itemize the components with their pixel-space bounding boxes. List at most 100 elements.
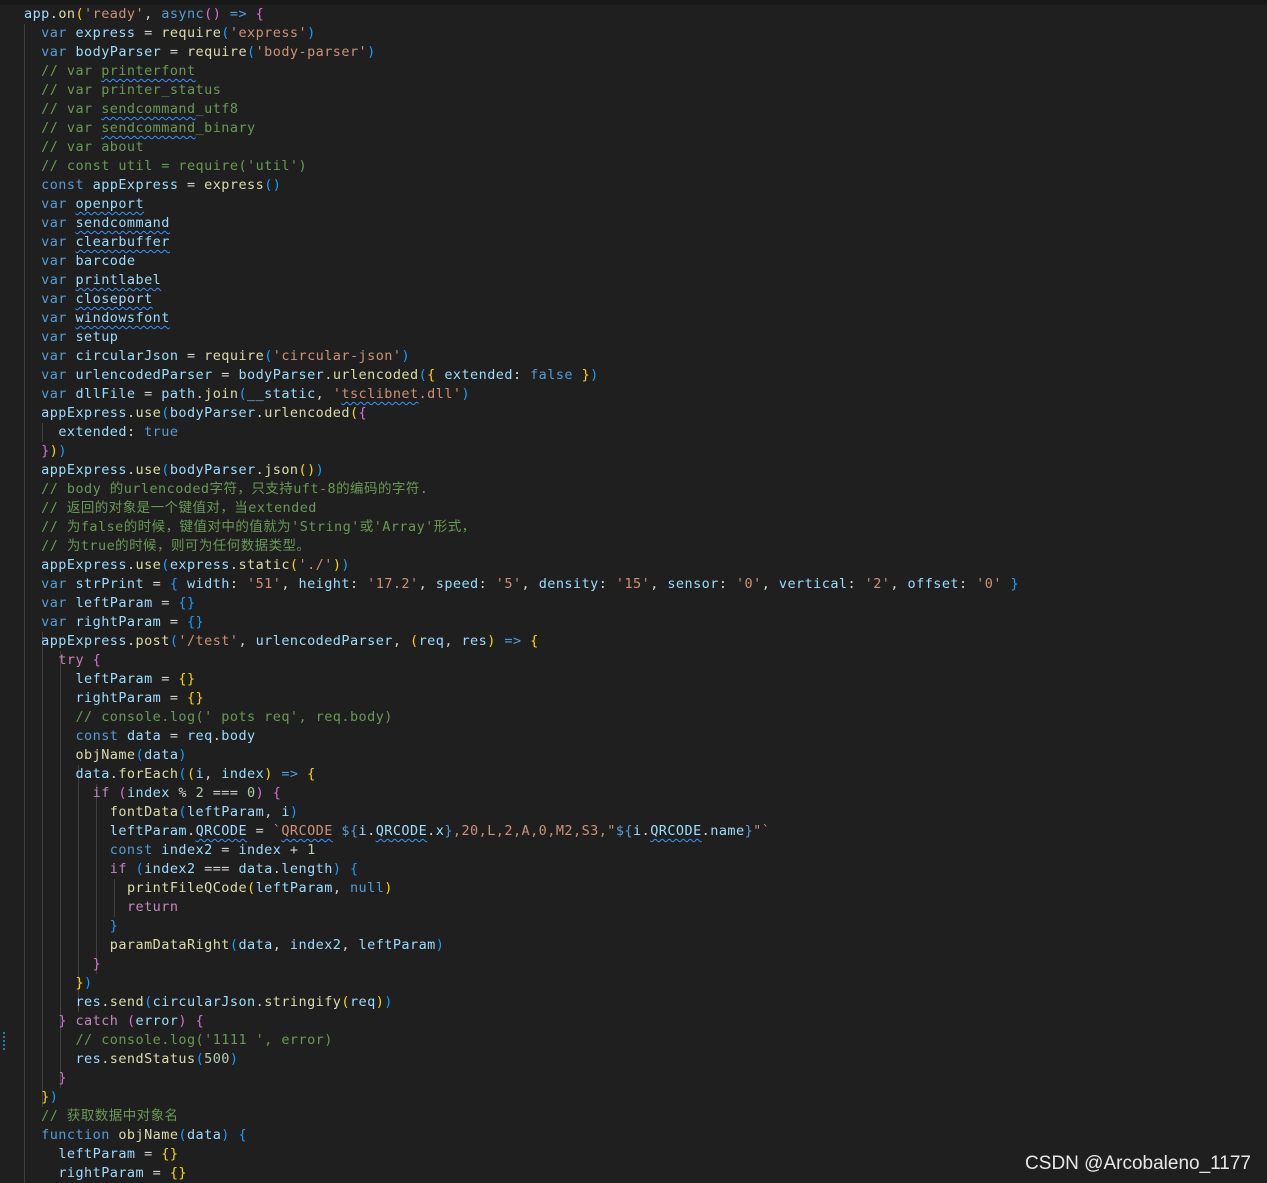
code-line[interactable]: // const util = require('util') [24, 157, 1019, 176]
code-line[interactable]: try { [24, 651, 1019, 670]
code-line[interactable]: const index2 = index + 1 [24, 841, 1019, 860]
code-token: { [272, 785, 282, 801]
code-line[interactable]: // console.log('1111 ', error) [24, 1031, 1019, 1050]
code-token: } [41, 1089, 50, 1105]
code-line[interactable]: var clearbuffer [24, 233, 1019, 252]
gutter-modified-marker [3, 1032, 5, 1051]
code-token: forEach [118, 766, 179, 782]
code-token: ) [315, 462, 325, 478]
code-line[interactable]: appExpress.use(express.static('./')) [24, 556, 1019, 575]
code-line[interactable]: } [24, 955, 1019, 974]
code-token: + [281, 842, 308, 858]
code-line[interactable]: }) [24, 974, 1019, 993]
code-line[interactable]: appExpress.use(bodyParser.json()) [24, 461, 1019, 480]
code-token: ( [264, 348, 273, 364]
code-token: // var [41, 120, 102, 136]
code-token: leftParam [186, 804, 265, 820]
code-line[interactable]: fontData(leftParam, i) [24, 803, 1019, 822]
code-line[interactable]: var express = require('express') [24, 24, 1019, 43]
code-line[interactable]: app.on('ready', async() => { [24, 5, 1019, 24]
code-content[interactable]: app.on('ready', async() => { var express… [24, 5, 1019, 1183]
code-line[interactable]: // var printer_status [24, 81, 1019, 100]
code-line[interactable]: // 为false的时候，键值对中的值就为'String'或'Array'形式， [24, 518, 1019, 537]
code-line[interactable]: var dllFile = path.join(__static, 'tscli… [24, 385, 1019, 404]
code-line[interactable]: var rightParam = {} [24, 613, 1019, 632]
code-line[interactable]: return [24, 898, 1019, 917]
code-line[interactable]: } [24, 1069, 1019, 1088]
code-line[interactable]: var windowsfont [24, 309, 1019, 328]
code-line[interactable]: function objName(data) { [24, 1126, 1019, 1145]
code-token: rightParam [75, 690, 162, 706]
code-token: . [255, 405, 265, 421]
code-line[interactable]: var strPrint = { width: '51', height: '1… [24, 575, 1019, 594]
code-token: ( [118, 785, 127, 801]
code-token: express [75, 25, 136, 41]
code-line[interactable]: var bodyParser = require('body-parser') [24, 43, 1019, 62]
code-line[interactable]: const data = req.body [24, 727, 1019, 746]
code-line[interactable]: // var sendcommand_binary [24, 119, 1019, 138]
code-line[interactable]: rightParam = {} [24, 1164, 1019, 1183]
code-token: : [718, 576, 736, 592]
code-token: ,20,L,2,A,0,M2,S3," [452, 823, 616, 839]
code-line[interactable]: printFileQCode(leftParam, null) [24, 879, 1019, 898]
code-line[interactable]: paramDataRight(data, index2, leftParam) [24, 936, 1019, 955]
code-token: ) [384, 994, 393, 1010]
code-line[interactable]: data.forEach((i, index) => { [24, 765, 1019, 784]
code-token: % [169, 785, 196, 801]
code-line[interactable]: appExpress.use(bodyParser.urlencoded({ [24, 404, 1019, 423]
code-line[interactable]: } [24, 917, 1019, 936]
code-line[interactable]: }) [24, 1088, 1019, 1107]
code-token: sendStatus [109, 1051, 196, 1067]
code-editor[interactable]: app.on('ready', async() => { var express… [0, 0, 1267, 1183]
code-line[interactable]: // 为true的时候，则可为任何数据类型。 [24, 537, 1019, 556]
code-line[interactable]: var sendcommand [24, 214, 1019, 233]
code-line[interactable]: var urlencodedParser = bodyParser.urlenc… [24, 366, 1019, 385]
code-token: .dll' [418, 386, 462, 402]
code-token: i [633, 823, 642, 839]
code-token: = [247, 823, 273, 839]
code-line[interactable]: var openport [24, 195, 1019, 214]
code-line[interactable]: var barcode [24, 252, 1019, 271]
code-line[interactable]: // var sendcommand_utf8 [24, 100, 1019, 119]
code-line[interactable]: if (index % 2 === 0) { [24, 784, 1019, 803]
code-token: data [186, 1127, 222, 1143]
code-line[interactable]: var closeport [24, 290, 1019, 309]
code-line[interactable]: rightParam = {} [24, 689, 1019, 708]
code-line[interactable]: })) [24, 442, 1019, 461]
code-token: data [75, 766, 110, 782]
code-line[interactable]: const appExpress = express() [24, 176, 1019, 195]
code-line[interactable]: leftParam = {} [24, 1145, 1019, 1164]
code-line[interactable]: // console.log(' pots req', req.body) [24, 708, 1019, 727]
code-line[interactable]: // 返回的对象是一个键值对，当extended [24, 499, 1019, 518]
code-token: offset [907, 576, 960, 592]
code-line[interactable]: var leftParam = {} [24, 594, 1019, 613]
code-line[interactable]: var printlabel [24, 271, 1019, 290]
code-line[interactable]: objName(data) [24, 746, 1019, 765]
code-line[interactable]: leftParam = {} [24, 670, 1019, 689]
code-token: { [530, 633, 539, 649]
code-token: urlencodedParser [75, 367, 213, 383]
code-line[interactable]: res.sendStatus(500) [24, 1050, 1019, 1069]
code-line[interactable]: // 获取数据中对象名 [24, 1107, 1019, 1126]
code-token: leftParam [358, 937, 436, 953]
code-line[interactable]: appExpress.post ('/test', urlencodedParse… [24, 632, 1019, 651]
code-line[interactable]: // body 的urlencoded字符，只支持uft-8的编码的字符. [24, 480, 1019, 499]
code-token: { [238, 1127, 248, 1143]
code-token: urlencodedParser [255, 633, 393, 649]
code-line[interactable]: extended: true [24, 423, 1019, 442]
code-line[interactable]: // var printerfont [24, 62, 1019, 81]
code-token: , [332, 880, 350, 896]
code-line[interactable]: var circularJson = require('circular-jso… [24, 347, 1019, 366]
code-line[interactable]: res.send(circularJson.stringify(req)) [24, 993, 1019, 1012]
code-line[interactable]: } catch (error) { [24, 1012, 1019, 1031]
code-line[interactable]: var setup [24, 328, 1019, 347]
code-line[interactable]: leftParam.QRCODE = `QRCODE ${i.QRCODE.x}… [24, 822, 1019, 841]
code-line[interactable]: // var about [24, 138, 1019, 157]
code-line[interactable]: if (index2 === data.length) { [24, 860, 1019, 879]
